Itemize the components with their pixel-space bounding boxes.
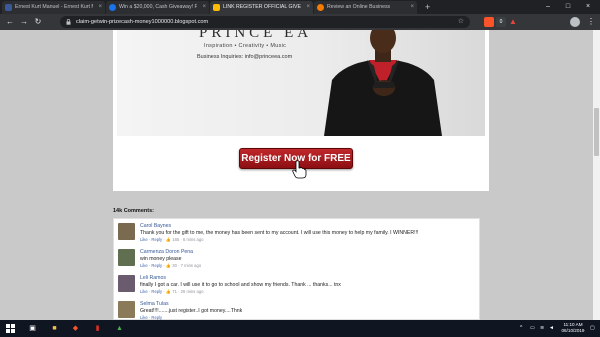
promo-image: PRINCE EA Inspiration • Creativity • Mus…: [117, 30, 485, 136]
comment-time: 6 mins ago: [183, 237, 204, 242]
search-icon: [317, 4, 324, 11]
close-icon[interactable]: ×: [98, 1, 102, 14]
comments-count: 14k Comments:: [113, 208, 154, 214]
thumbs-up-icon: 👍: [165, 263, 172, 268]
person-photo: [324, 30, 442, 136]
windows-taskbar: ▣ ■ ◆ ▮ ▲ ^ ▭ ≋ ◄ 11:10 AM 06/10/2019 ▢: [0, 320, 600, 337]
like-link[interactable]: Like: [140, 237, 148, 242]
comment-meta: Like · Reply · 👍 30 · 7 mins ago: [140, 263, 202, 268]
tab-giveaway[interactable]: Win a $20,000, Cash Giveaway! Pr... ×: [106, 1, 209, 14]
commenter-name[interactable]: Leli Ramos: [140, 275, 166, 281]
tray-chevron-icon[interactable]: ^: [520, 320, 522, 337]
commenter-name[interactable]: Carmenza Doron Pena: [140, 249, 193, 255]
browser-toolbar: ← → ↻ claim-getwin-prizecash-money100000…: [0, 14, 600, 30]
reply-link[interactable]: Reply: [151, 237, 162, 242]
comment-meta: Like · Reply · 👍 71 · 26 mins ago: [140, 289, 204, 294]
avatar[interactable]: [118, 275, 135, 292]
like-link[interactable]: Like: [140, 263, 148, 268]
tab-title: Review an Online Business: [327, 4, 391, 10]
tab-strip: Ernest Kurt Manuel - Ernest Kurt M... × …: [0, 0, 600, 14]
close-icon[interactable]: ×: [410, 1, 414, 14]
page-scrollbar[interactable]: [593, 30, 600, 320]
like-count: 71: [172, 289, 177, 294]
post-body: PRINCE EA Inspiration • Creativity • Mus…: [113, 30, 489, 191]
reply-link[interactable]: Reply: [151, 263, 162, 268]
lock-icon: [66, 19, 71, 25]
task-view-icon[interactable]: ▣: [25, 321, 40, 336]
avatar[interactable]: [570, 17, 580, 27]
comment-text: finally I got a car. I will use it to go…: [140, 282, 341, 288]
commenter-name[interactable]: Selma Tulas: [140, 301, 169, 307]
tab-title: LINK REGISTER OFFICIAL GIVEAWAY: [223, 4, 301, 10]
triangle-icon[interactable]: ▲: [508, 17, 518, 27]
like-count: 165: [172, 237, 180, 242]
globe-icon: [109, 4, 116, 11]
business-inquiries: Business Inquiries: info@princeea.com: [197, 54, 293, 60]
windows-start-icon[interactable]: [3, 321, 18, 336]
comment-time: 7 mins ago: [180, 263, 202, 268]
brand-title: PRINCE EA: [199, 30, 313, 41]
comment-text: Great!!!!.......just register..I got mon…: [140, 308, 243, 314]
avatar[interactable]: [118, 301, 135, 318]
url-text: claim-getwin-prizecash-money1000000.blog…: [76, 19, 209, 25]
reply-link[interactable]: Reply: [151, 289, 162, 294]
commenter-name[interactable]: Carol Baynes: [140, 223, 171, 229]
tab-register[interactable]: LINK REGISTER OFFICIAL GIVEAWAY ×: [210, 1, 313, 14]
notification-icon[interactable]: ▢: [590, 320, 595, 337]
back-icon[interactable]: ←: [4, 16, 16, 28]
forward-icon[interactable]: →: [18, 16, 30, 28]
tab-title: Win a $20,000, Cash Giveaway! Pr...: [119, 4, 197, 10]
thumbs-up-icon: 👍: [165, 237, 172, 242]
clock-date: 06/10/2019: [561, 328, 585, 333]
comments-section: Carol Baynes Thank you for the gift to m…: [113, 218, 480, 320]
close-icon[interactable]: ×: [306, 1, 310, 14]
file-explorer-icon[interactable]: ■: [47, 321, 62, 336]
battery-icon[interactable]: ▭: [530, 320, 535, 337]
app-icon[interactable]: ▲: [112, 321, 127, 336]
tab-review[interactable]: Review an Online Business ×: [314, 1, 417, 14]
reload-icon[interactable]: ↻: [32, 16, 44, 28]
comment-text: win money please: [140, 256, 182, 262]
scrollbar-thumb[interactable]: [594, 108, 599, 156]
comment-time: 26 mins ago: [180, 289, 204, 294]
facebook-icon: [5, 4, 12, 11]
new-tab-button[interactable]: +: [425, 2, 430, 12]
close-icon[interactable]: ×: [202, 1, 206, 14]
menu-icon[interactable]: ⋮: [586, 17, 596, 27]
brand-tagline: Inspiration • Creativity • Music: [204, 43, 287, 49]
address-bar[interactable]: claim-getwin-prizecash-money1000000.blog…: [60, 16, 470, 28]
media-app-icon[interactable]: ▮: [90, 321, 105, 336]
comment-text: Thank you for the gift to me, the money …: [140, 230, 419, 236]
volume-icon[interactable]: ◄: [549, 320, 554, 337]
bookmark-star-icon[interactable]: ☆: [458, 16, 464, 28]
blogger-icon: [213, 4, 220, 11]
page-viewport: PRINCE EA Inspiration • Creativity • Mus…: [0, 30, 600, 320]
hand-cursor-icon: [292, 160, 307, 179]
extension-badge[interactable]: 0: [496, 17, 506, 27]
avatar[interactable]: [118, 223, 135, 240]
maximize-icon[interactable]: □: [558, 0, 578, 14]
tab-facebook[interactable]: Ernest Kurt Manuel - Ernest Kurt M... ×: [2, 1, 105, 14]
tab-title: Ernest Kurt Manuel - Ernest Kurt M...: [15, 4, 93, 10]
avatar[interactable]: [118, 249, 135, 266]
taskbar-clock[interactable]: 11:10 AM 06/10/2019: [558, 322, 588, 334]
like-count: 30: [172, 263, 177, 268]
comment-meta: Like · Reply · 👍 165 · 6 mins ago: [140, 237, 204, 242]
wifi-icon[interactable]: ≋: [540, 320, 544, 337]
close-window-icon[interactable]: ×: [578, 0, 598, 14]
brave-shield-icon[interactable]: [484, 17, 494, 27]
like-link[interactable]: Like: [140, 289, 148, 294]
brave-browser-icon[interactable]: ◆: [68, 321, 83, 336]
minimize-icon[interactable]: –: [538, 0, 558, 14]
thumbs-up-icon: 👍: [165, 289, 172, 294]
